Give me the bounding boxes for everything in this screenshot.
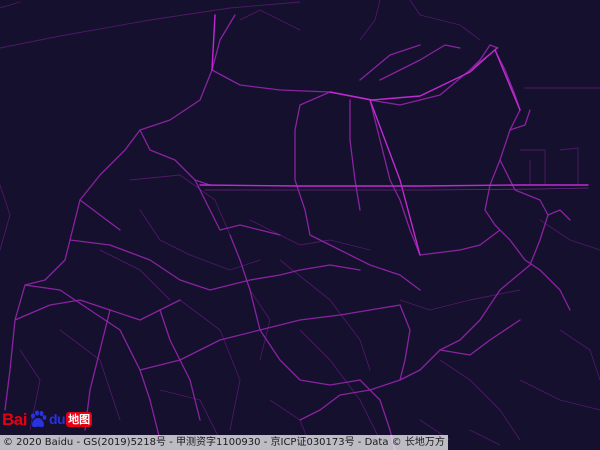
- road-network: [0, 0, 600, 450]
- logo-wordmark-suffix: du: [48, 411, 66, 427]
- logo-map-text: 地图: [66, 411, 93, 427]
- map-copyright: © 2020 Baidu - GS(2019)5218号 - 甲测资字11009…: [0, 435, 448, 450]
- baidu-paw-icon: [30, 410, 47, 428]
- map-canvas[interactable]: [0, 0, 600, 450]
- logo-wordmark: Bai: [2, 409, 27, 429]
- baidu-map-logo[interactable]: Bai du 地图: [2, 407, 93, 431]
